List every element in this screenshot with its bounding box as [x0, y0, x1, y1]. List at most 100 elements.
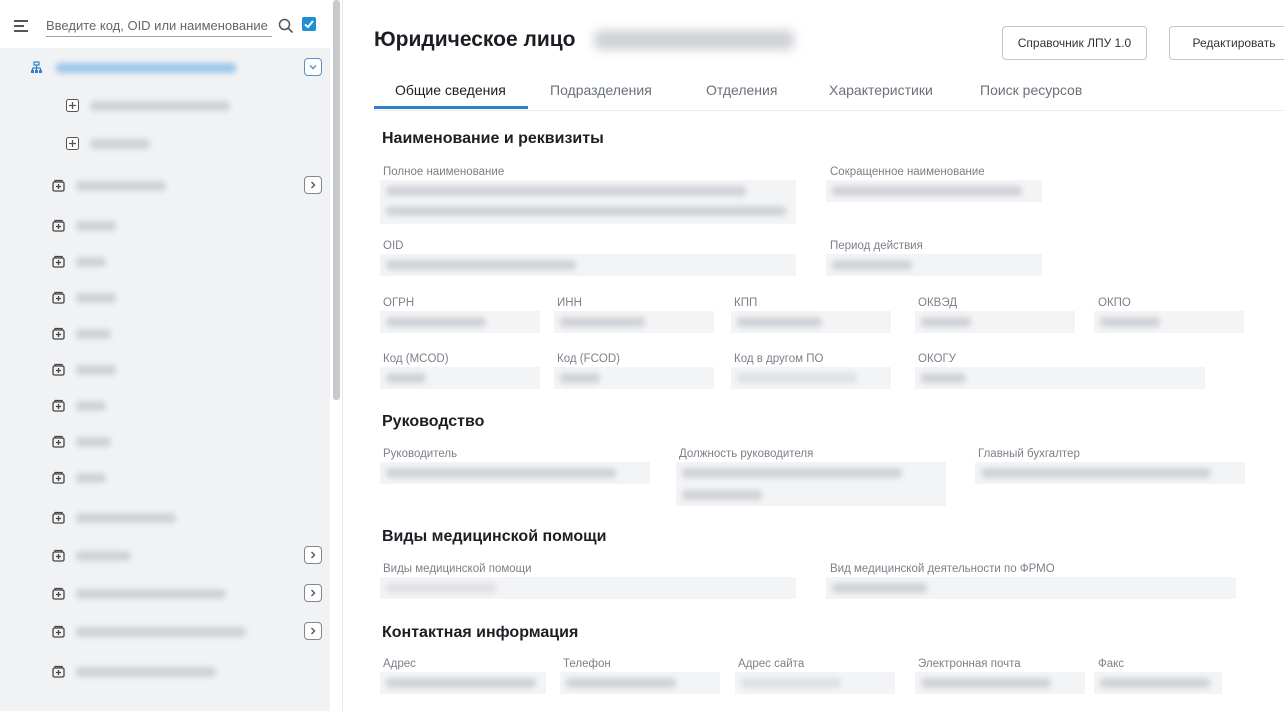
- tab-general[interactable]: Общие сведения: [395, 82, 506, 98]
- tree-node[interactable]: [0, 388, 330, 424]
- label-address: Адрес: [383, 658, 416, 670]
- tree-node[interactable]: [0, 460, 330, 496]
- value-period: [826, 254, 1042, 276]
- section-heading-care: Виды медицинской помощи: [382, 528, 607, 545]
- medical-building-icon: [52, 327, 65, 340]
- page-title: Юридическое лицо: [374, 28, 576, 51]
- medical-building-icon: [52, 435, 65, 448]
- active-tab-indicator: [374, 106, 528, 109]
- main-content: Юридическое лицо Справочник ЛПУ 1.0 Реда…: [356, 0, 1284, 711]
- tab-subdivisions[interactable]: Подразделения: [550, 82, 652, 98]
- value-inn: [554, 311, 714, 333]
- sidebar-search-bar: [0, 0, 330, 48]
- filter-checkbox[interactable]: [302, 17, 316, 31]
- tab-bar: Общие сведения Подразделения Отделения Х…: [374, 70, 1284, 111]
- value-fcod: [554, 367, 714, 389]
- label-okpo: ОКПО: [1098, 297, 1131, 309]
- label-accountant: Главный бухгалтер: [978, 448, 1080, 460]
- organization-name-redacted: [594, 30, 794, 50]
- value-frmo: [826, 577, 1236, 599]
- expand-plus-icon[interactable]: [66, 137, 79, 150]
- lpu-reference-button[interactable]: Справочник ЛПУ 1.0: [1002, 26, 1147, 60]
- label-full-name: Полное наименование: [383, 166, 505, 178]
- label-frmo: Вид медицинской деятельности по ФРМО: [830, 563, 1055, 575]
- value-okpo: [1094, 311, 1244, 333]
- tree-node[interactable]: [0, 352, 330, 388]
- tree-node[interactable]: [0, 88, 330, 124]
- tree-node[interactable]: [0, 244, 330, 280]
- label-mcod: Код (MCOD): [383, 353, 449, 365]
- tab-characteristics[interactable]: Характеристики: [829, 82, 933, 98]
- label-fcod: Код (FCOD): [557, 353, 620, 365]
- expand-button[interactable]: [304, 584, 322, 602]
- value-position: [676, 462, 946, 506]
- value-other-code: [731, 367, 891, 389]
- label-other-code: Код в другом ПО: [734, 353, 824, 365]
- medical-building-icon: [52, 471, 65, 484]
- value-mcod: [380, 367, 540, 389]
- tree-node[interactable]: [0, 576, 330, 612]
- label-oid: OID: [383, 240, 404, 252]
- expand-button[interactable]: [304, 546, 322, 564]
- sidebar-scrollbar[interactable]: [333, 0, 340, 400]
- search-icon[interactable]: [278, 18, 294, 34]
- medical-building-icon: [52, 255, 65, 268]
- medical-building-icon: [52, 587, 65, 600]
- tab-resource-search[interactable]: Поиск ресурсов: [980, 82, 1082, 98]
- medical-building-icon: [52, 179, 65, 192]
- org-tree: [0, 48, 330, 711]
- medical-building-icon: [52, 511, 65, 524]
- label-short-name: Сокращенное наименование: [830, 166, 985, 178]
- search-input[interactable]: [46, 14, 272, 37]
- label-site: Адрес сайта: [738, 658, 805, 670]
- label-head: Руководитель: [383, 448, 458, 460]
- edit-button[interactable]: Редактировать: [1169, 26, 1284, 60]
- label-okved: ОКВЭД: [918, 297, 957, 309]
- label-care-types: Виды медицинской помощи: [383, 563, 532, 575]
- expand-button[interactable]: [304, 176, 322, 194]
- label-okogu: ОКОГУ: [918, 353, 956, 365]
- value-site: [735, 672, 895, 694]
- tree-node[interactable]: [0, 500, 330, 536]
- label-period: Период действия: [830, 240, 923, 252]
- tree-node[interactable]: [0, 654, 330, 690]
- menu-icon[interactable]: [14, 20, 28, 32]
- label-phone: Телефон: [563, 658, 611, 670]
- tree-node[interactable]: [0, 208, 330, 244]
- tree-node[interactable]: [0, 538, 330, 574]
- medical-building-icon: [52, 363, 65, 376]
- value-kpp: [731, 311, 891, 333]
- value-email: [915, 672, 1085, 694]
- value-ogrn: [380, 311, 540, 333]
- tree-node[interactable]: [0, 614, 330, 650]
- value-care-types: [380, 577, 796, 599]
- tree-node[interactable]: [0, 280, 330, 316]
- value-accountant: [975, 462, 1245, 484]
- expand-button[interactable]: [304, 622, 322, 640]
- value-full-name: [380, 180, 796, 224]
- tree-node[interactable]: [0, 168, 330, 204]
- medical-building-icon: [52, 665, 65, 678]
- medical-building-icon: [52, 219, 65, 232]
- label-kpp: КПП: [734, 297, 758, 309]
- section-heading-contacts: Контактная информация: [382, 624, 579, 641]
- tree-node[interactable]: [0, 424, 330, 460]
- tree-node-root[interactable]: [0, 50, 330, 86]
- medical-building-icon: [52, 549, 65, 562]
- label-email: Электронная почта: [918, 658, 1021, 670]
- expand-plus-icon[interactable]: [66, 99, 79, 112]
- label-fax: Факс: [1098, 658, 1125, 670]
- value-okved: [915, 311, 1075, 333]
- section-heading-details: Наименование и реквизиты: [382, 130, 604, 147]
- collapse-button[interactable]: [304, 58, 322, 76]
- value-phone: [560, 672, 720, 694]
- medical-building-icon: [52, 625, 65, 638]
- value-address: [380, 672, 546, 694]
- tab-departments[interactable]: Отделения: [706, 82, 777, 98]
- tree-node[interactable]: [0, 316, 330, 352]
- value-fax: [1094, 672, 1222, 694]
- medical-building-icon: [52, 291, 65, 304]
- tree-node[interactable]: [0, 126, 330, 162]
- value-head: [380, 462, 650, 484]
- value-short-name: [826, 180, 1042, 202]
